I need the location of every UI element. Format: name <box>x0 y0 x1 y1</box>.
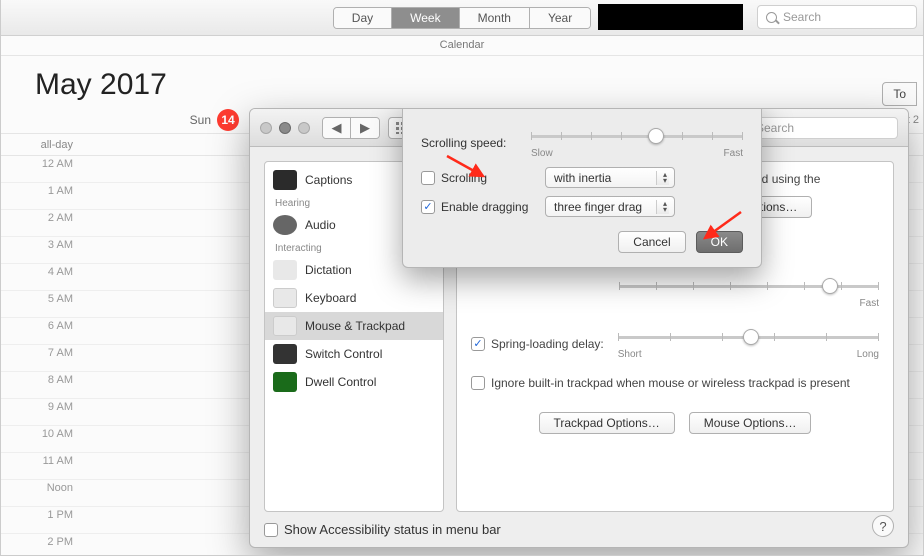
hour-label: 4 AM <box>1 264 83 290</box>
minimize-light[interactable] <box>279 122 291 134</box>
day-name: Sun <box>91 113 211 127</box>
switch-icon <box>273 344 297 364</box>
forward-button[interactable]: ▶ <box>351 118 379 138</box>
sheet-ok-button[interactable]: OK <box>696 231 743 253</box>
today-button[interactable]: To <box>882 82 917 106</box>
slider-long-label: Long <box>857 349 879 360</box>
redacted-area <box>598 4 743 30</box>
hour-label: 6 AM <box>1 318 83 344</box>
allday-label: all-day <box>1 139 83 151</box>
hour-label: 1 AM <box>1 183 83 209</box>
secondary-speed-slider[interactable] <box>619 276 879 296</box>
hour-label: 7 AM <box>1 345 83 371</box>
spring-loading-slider[interactable] <box>618 327 879 347</box>
hour-label: 8 AM <box>1 372 83 398</box>
sheet-cancel-button[interactable]: Cancel <box>618 231 685 253</box>
today-date-badge[interactable]: 14 <box>217 109 239 131</box>
hour-label: 12 AM <box>1 156 83 182</box>
help-button[interactable]: ? <box>872 515 894 537</box>
dictation-icon <box>273 260 297 280</box>
hour-label: 2 PM <box>1 534 83 556</box>
sidebar-item-label: Switch Control <box>305 347 382 361</box>
ignore-trackpad-checkbox[interactable] <box>471 376 485 390</box>
close-light[interactable] <box>260 122 272 134</box>
calendar-title: May 2017 <box>1 56 923 106</box>
trackpad-options-button[interactable]: Trackpad Options… <box>539 412 675 434</box>
hour-label: Noon <box>1 480 83 506</box>
scrolling-mode-select[interactable]: with inertia ▴▾ <box>545 167 675 188</box>
dwell-icon <box>273 372 297 392</box>
sidebar-item-label: Audio <box>305 218 336 232</box>
hour-label: 1 PM <box>1 507 83 533</box>
calendar-search-placeholder: Search <box>783 10 821 24</box>
dragging-mode-select[interactable]: three finger drag ▴▾ <box>545 196 675 217</box>
keyboard-icon <box>273 288 297 308</box>
hour-label: 5 AM <box>1 291 83 317</box>
captions-icon <box>273 170 297 190</box>
calendar-subtitle: Calendar <box>1 36 923 56</box>
hour-label: 3 AM <box>1 237 83 263</box>
hour-label: 2 AM <box>1 210 83 236</box>
sidebar-item-label: Dwell Control <box>305 375 376 389</box>
calendar-toolbar: DayWeekMonthYear Search <box>1 0 923 36</box>
view-week-tab[interactable]: Week <box>392 8 459 28</box>
pref-nav-back-forward[interactable]: ◀ ▶ <box>322 117 380 139</box>
calendar-search-field[interactable]: Search <box>757 5 917 29</box>
mouse-icon <box>273 316 297 336</box>
scrolling-checkbox[interactable] <box>421 171 435 185</box>
trackpad-options-sheet: Scrolling speed: Slow Fast Scrolling with… <box>402 108 762 268</box>
view-day-tab[interactable]: Day <box>334 8 392 28</box>
sidebar-item-label: Captions <box>305 173 352 187</box>
spring-loading-checkbox[interactable] <box>471 337 485 351</box>
back-button[interactable]: ◀ <box>323 118 351 138</box>
dragging-mode-value: three finger drag <box>554 200 642 214</box>
slider-fast-label: Fast <box>724 148 743 159</box>
spring-loading-label: Spring-loading delay: <box>491 337 604 351</box>
scrolling-mode-value: with inertia <box>554 171 611 185</box>
enable-dragging-checkbox[interactable] <box>421 200 435 214</box>
slider-slow-label: Slow <box>531 148 553 159</box>
scrolling-speed-slider[interactable] <box>531 126 743 146</box>
sidebar-item-switch-control[interactable]: Switch Control <box>265 340 443 368</box>
scrolling-speed-label: Scrolling speed: <box>421 136 531 150</box>
hour-label: 10 AM <box>1 426 83 452</box>
view-month-tab[interactable]: Month <box>460 8 530 28</box>
enable-dragging-label: Enable dragging <box>441 200 545 214</box>
hour-label: 9 AM <box>1 399 83 425</box>
view-year-tab[interactable]: Year <box>530 8 590 28</box>
show-status-menubar-checkbox[interactable] <box>264 523 278 537</box>
zoom-light[interactable] <box>298 122 310 134</box>
slider-short-label: Short <box>618 349 642 360</box>
sidebar-item-label: Dictation <box>305 263 352 277</box>
accessibility-window: ◀ ▶ Accessibility Search CaptionsHearing… <box>249 108 909 548</box>
slider-fast-label: Fast <box>860 298 879 309</box>
show-status-menubar-label: Show Accessibility status in menu bar <box>284 522 501 537</box>
sidebar-item-label: Mouse & Trackpad <box>305 319 405 333</box>
mouse-options-button[interactable]: Mouse Options… <box>689 412 812 434</box>
hour-label: 11 AM <box>1 453 83 479</box>
sidebar-item-mouse-trackpad[interactable]: Mouse & Trackpad <box>265 312 443 340</box>
ignore-trackpad-label: Ignore built-in trackpad when mouse or w… <box>491 376 879 390</box>
view-segmented-control[interactable]: DayWeekMonthYear <box>333 7 591 29</box>
sidebar-item-dwell-control[interactable]: Dwell Control <box>265 368 443 396</box>
sidebar-item-label: Keyboard <box>305 291 356 305</box>
audio-icon <box>273 215 297 235</box>
scrolling-label: Scrolling <box>441 171 545 185</box>
search-icon <box>766 12 777 23</box>
sidebar-item-keyboard[interactable]: Keyboard <box>265 284 443 312</box>
window-traffic-lights[interactable] <box>260 122 310 134</box>
